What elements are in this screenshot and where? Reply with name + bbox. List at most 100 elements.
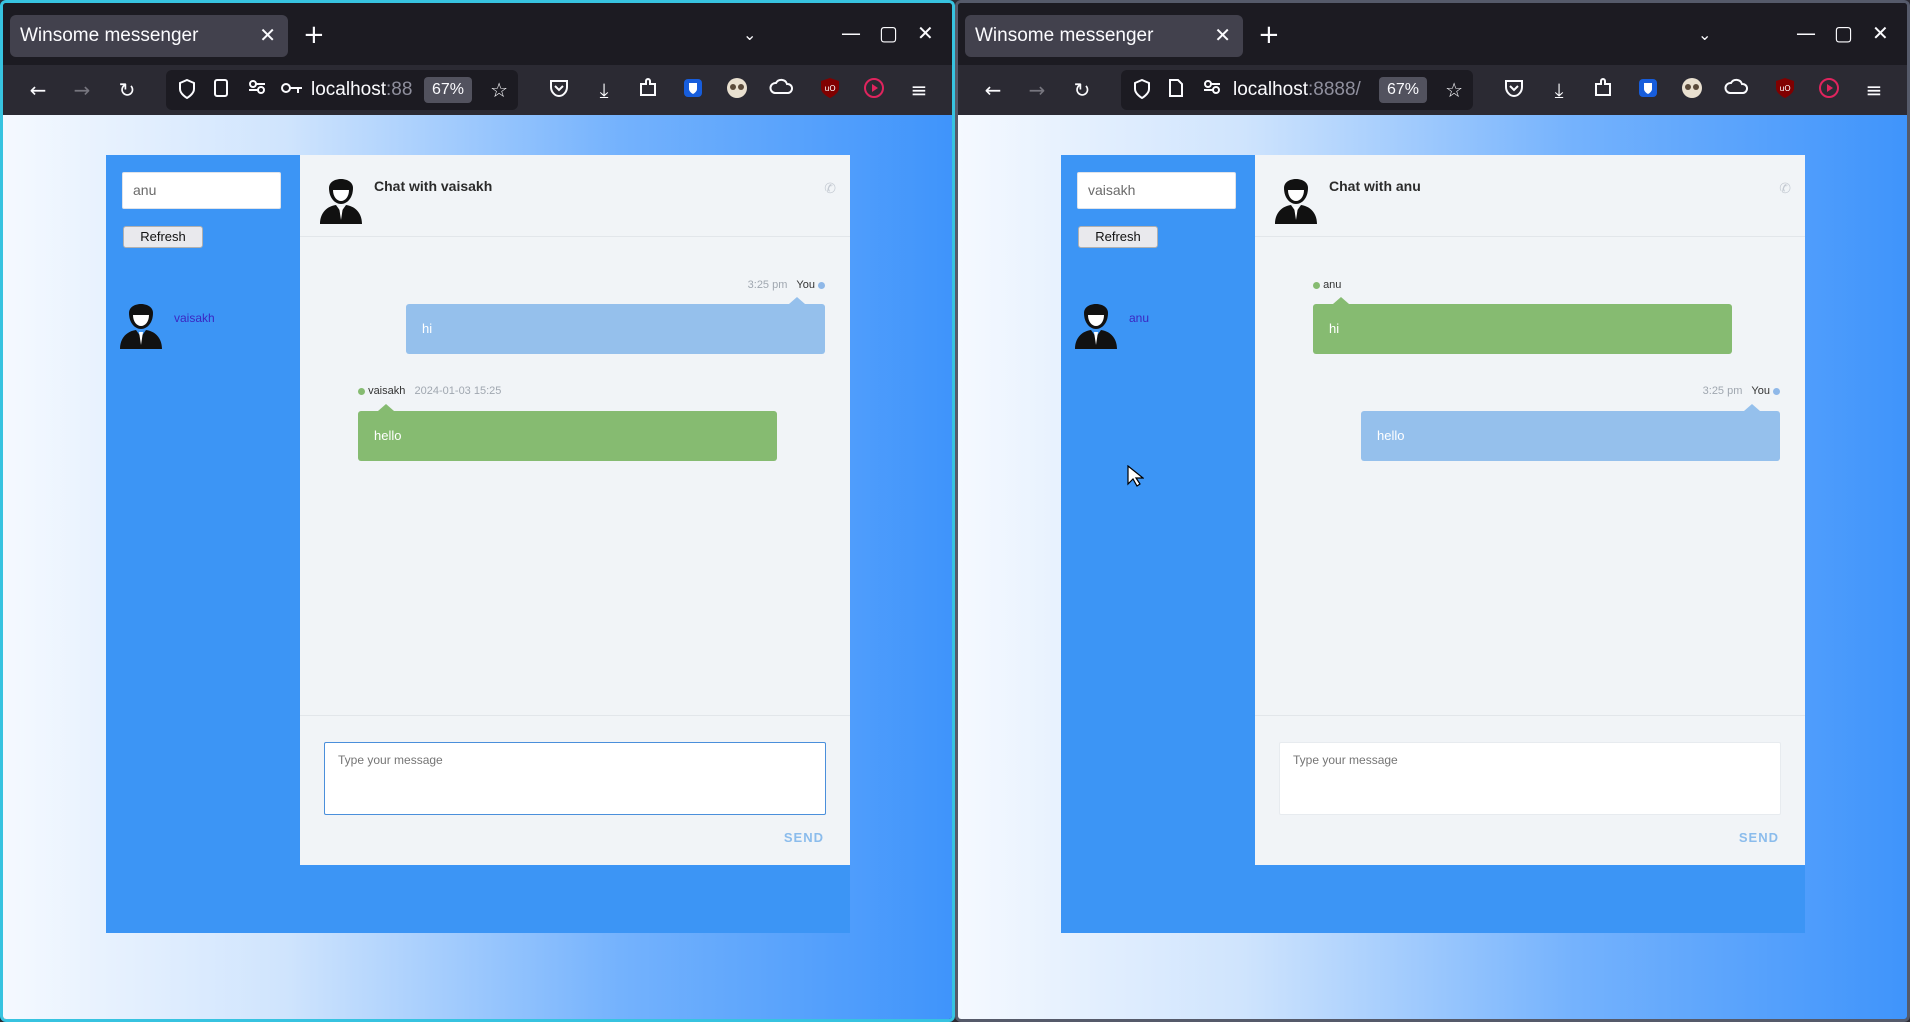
privacy-extension-icon[interactable] [724,77,750,103]
contact-list-item[interactable]: vaisakh [118,295,288,351]
tab-list-chevron-icon[interactable]: ⌄ [743,25,756,44]
tab-winsome-messenger[interactable]: Winsome messenger ✕ [10,15,288,57]
url-bar[interactable]: localhost:88 67% ☆ [166,70,518,110]
url-port: :8888/ [1308,79,1361,100]
tab-bar: Winsome messenger ✕ + ⌄ — ▢ ✕ [3,3,952,65]
extensions-puzzle-icon[interactable] [1590,77,1616,103]
chat-title: Chat with anu [1329,178,1421,194]
composer: Type your message SEND [300,715,850,865]
chat-partner-avatar-icon [320,179,362,224]
tab-close-icon[interactable]: ✕ [259,15,276,57]
contact-name-link[interactable]: vaisakh [174,311,215,325]
tab-title: Winsome messenger [975,25,1154,46]
app-menu-icon[interactable]: ≡ [1861,77,1887,103]
privacy-extension-icon[interactable] [1679,77,1705,103]
composer: Type your message SEND [1255,715,1805,865]
bookmark-star-icon[interactable]: ☆ [490,78,508,102]
browser-window-right: Winsome messenger ✕ + ⌄ — ▢ ✕ ← → ↻ loca… [955,0,1910,1022]
record-extension-icon[interactable] [861,77,887,103]
svg-text:uO: uO [824,84,835,93]
chat-header: Chat with anu ✆ [1255,155,1805,237]
page-viewport: anu Refresh vaisakh Chat with vaisakh ✆ … [3,115,952,1019]
app-menu-icon[interactable]: ≡ [906,77,932,103]
self-status-dot [818,281,825,289]
message-sender: You [796,279,815,291]
browser-window-left: Winsome messenger ✕ + ⌄ — ▢ ✕ ← → ↻ loca… [0,0,955,1022]
maximize-icon[interactable]: ▢ [879,21,898,45]
chat-panel: Chat with vaisakh ✆ 3:25 pm You hi vaisa… [300,155,850,865]
minimize-icon[interactable]: — [841,21,861,45]
bitwarden-extension-icon[interactable] [680,77,706,103]
record-extension-icon[interactable] [1816,77,1842,103]
url-port: :88 [386,79,413,100]
send-button[interactable]: SEND [1739,830,1779,845]
close-window-icon[interactable]: ✕ [1872,21,1889,45]
url-bar[interactable]: localhost:8888/ 67% ☆ [1121,70,1473,110]
extensions-puzzle-icon[interactable] [635,77,661,103]
message-meta-out: 3:25 pm You [1703,385,1780,397]
nav-toolbar: ← → ↻ localhost:8888/ 67% ☆ ⤓ uO ≡ [958,65,1907,115]
key-icon[interactable] [281,79,303,101]
tab-close-icon[interactable]: ✕ [1214,15,1231,57]
message-meta-in: vaisakh 2024-01-03 15:25 [358,385,501,397]
zoom-level-badge[interactable]: 67% [1379,77,1428,103]
downloads-icon[interactable]: ⤓ [591,77,617,103]
bookmark-star-icon[interactable]: ☆ [1445,78,1463,102]
sidebar: vaisakh Refresh anu [1061,155,1255,865]
back-icon[interactable]: ← [25,77,51,103]
minimize-icon[interactable]: — [1796,21,1816,45]
permissions-icon[interactable] [1201,79,1223,101]
contact-name-link[interactable]: anu [1129,311,1149,325]
cloud-extension-icon[interactable] [1723,77,1749,103]
tracking-shield-icon[interactable] [176,78,198,101]
user-search-input[interactable]: anu [122,172,281,209]
back-icon[interactable]: ← [980,77,1006,103]
zoom-level-badge[interactable]: 67% [424,77,473,103]
mouse-cursor-icon [1127,465,1144,487]
user-search-input[interactable]: vaisakh [1077,172,1236,209]
message-bubble-out: hello [1361,404,1780,461]
url-text[interactable]: localhost:88 [311,70,421,110]
tab-list-chevron-icon[interactable]: ⌄ [1698,25,1711,44]
reload-icon[interactable]: ↻ [114,77,140,103]
pocket-icon[interactable] [546,77,572,103]
forward-icon[interactable]: → [69,77,95,103]
refresh-button[interactable]: Refresh [123,226,203,248]
screen: Winsome messenger ✕ + ⌄ — ▢ ✕ ← → ↻ loca… [0,0,1910,1022]
message-input[interactable]: Type your message [1279,742,1781,815]
contact-list-item[interactable]: anu [1073,295,1243,351]
close-window-icon[interactable]: ✕ [917,21,934,45]
page-info-icon[interactable] [210,79,232,101]
tab-title: Winsome messenger [20,25,199,46]
send-button[interactable]: SEND [784,830,824,845]
new-tab-icon[interactable]: + [303,19,325,51]
url-text[interactable]: localhost:8888/ [1233,70,1373,110]
cloud-extension-icon[interactable] [768,77,794,103]
page-icon[interactable] [1165,79,1187,101]
chat-partner-avatar-icon [1275,179,1317,224]
message-bubble-in: hi [1313,297,1732,354]
maximize-icon[interactable]: ▢ [1834,21,1853,45]
downloads-icon[interactable]: ⤓ [1546,77,1572,103]
new-tab-icon[interactable]: + [1258,19,1280,51]
self-status-dot [1773,387,1780,395]
online-status-dot [1313,281,1320,289]
phone-icon[interactable]: ✆ [1779,181,1791,197]
contact-avatar-icon [1075,304,1117,349]
forward-icon[interactable]: → [1024,77,1050,103]
permissions-icon[interactable] [246,79,268,101]
ublock-origin-icon[interactable]: uO [817,77,843,103]
tracking-shield-icon[interactable] [1131,78,1153,101]
reload-icon[interactable]: ↻ [1069,77,1095,103]
ublock-origin-icon[interactable]: uO [1772,77,1798,103]
phone-icon[interactable]: ✆ [824,181,836,197]
nav-toolbar: ← → ↻ localhost:88 67% ☆ ⤓ uO ≡ [3,65,952,115]
message-input[interactable]: Type your message [324,742,826,815]
bitwarden-extension-icon[interactable] [1635,77,1661,103]
contact-avatar-icon [120,304,162,349]
pocket-icon[interactable] [1501,77,1527,103]
tab-winsome-messenger[interactable]: Winsome messenger ✕ [965,15,1243,57]
refresh-button[interactable]: Refresh [1078,226,1158,248]
message-bubble-in: hello [358,404,777,461]
sidebar: anu Refresh vaisakh [106,155,300,865]
